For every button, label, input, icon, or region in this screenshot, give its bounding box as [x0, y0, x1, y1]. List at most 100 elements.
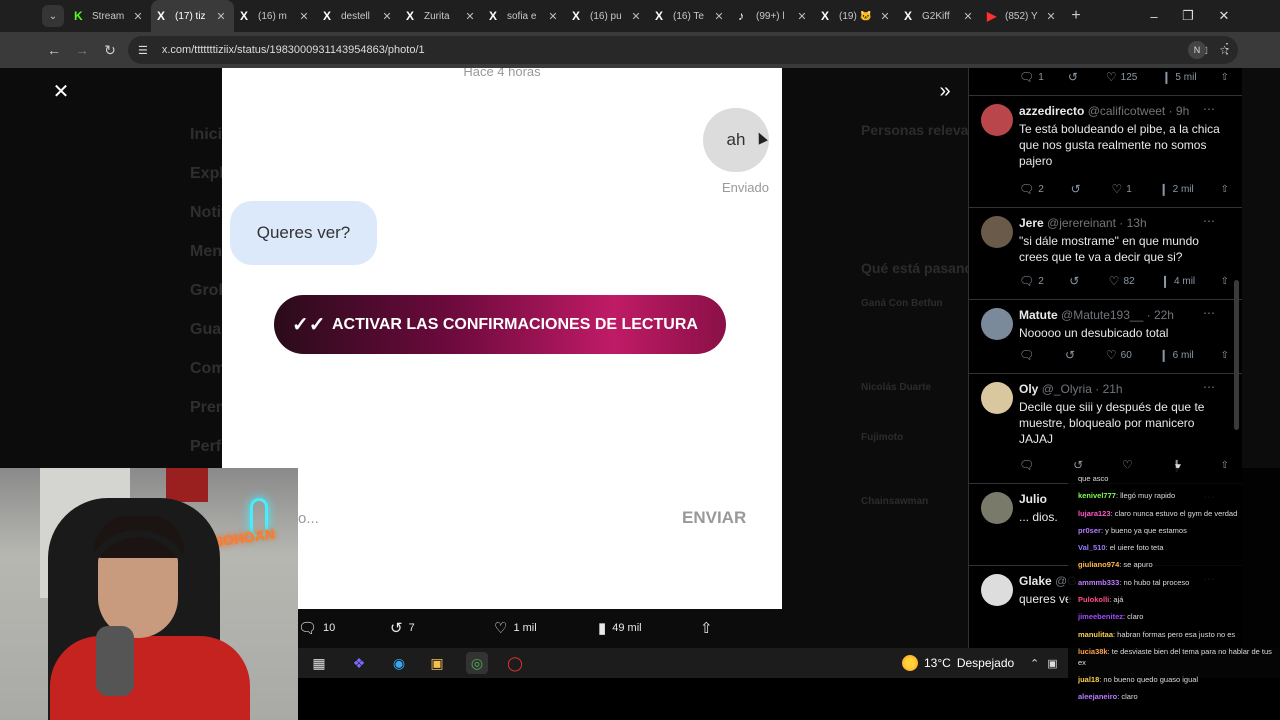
- reply-stat-views[interactable]: ❙ 2 mil: [1159, 182, 1194, 196]
- reply-action[interactable]: 🗨 10: [298, 619, 335, 637]
- share-icon[interactable]: ⇧: [1221, 350, 1229, 361]
- reply-stat-replies[interactable]: 🗨 1: [1019, 70, 1044, 84]
- author-handle[interactable]: @calificotweet: [1088, 104, 1166, 118]
- tab-close-icon[interactable]: ✕: [961, 10, 975, 23]
- avatar[interactable]: [981, 216, 1013, 248]
- author-name[interactable]: Oly: [1019, 382, 1038, 396]
- share-action[interactable]: ⇧: [700, 619, 713, 637]
- copilot-icon[interactable]: ❖: [348, 652, 370, 674]
- reply-stat-replies[interactable]: 🗨: [1019, 348, 1038, 362]
- author-name[interactable]: Matute: [1019, 308, 1058, 322]
- chat-username[interactable]: kenivel777: [1078, 491, 1116, 500]
- reply-stat-replies[interactable]: 🗨: [1019, 458, 1038, 472]
- tab-close-icon[interactable]: ✕: [1044, 10, 1058, 23]
- avatar[interactable]: [981, 308, 1013, 340]
- browser-menu-icon[interactable]: ⋮: [1220, 40, 1234, 57]
- tab-close-icon[interactable]: ✕: [380, 10, 394, 23]
- back-arrow-icon[interactable]: ←: [40, 36, 68, 64]
- browser-tab[interactable]: K Stream ✕: [68, 0, 151, 32]
- site-info-icon[interactable]: ☰: [138, 44, 148, 57]
- chat-username[interactable]: ammmb333: [1078, 578, 1119, 587]
- tab-close-icon[interactable]: ✕: [712, 10, 726, 23]
- tweet-photo[interactable]: Hace 4 horas ah Enviado Queres ver? ✓✓ A…: [222, 68, 782, 609]
- browser-tab[interactable]: X (16) m ✕: [234, 0, 317, 32]
- reply-item[interactable]: Jere @jerereinant · 13h ⋯ "si dále mostram…: [969, 208, 1242, 300]
- avatar[interactable]: [981, 492, 1013, 524]
- reply-stat-likes[interactable]: ♡ 60: [1106, 348, 1132, 362]
- more-options-icon[interactable]: ⋯: [1203, 380, 1215, 394]
- tab-close-icon[interactable]: ✕: [214, 10, 228, 23]
- tab-close-icon[interactable]: ✕: [131, 10, 145, 23]
- minimize-icon[interactable]: –: [1136, 0, 1172, 32]
- more-options-icon[interactable]: ⋯: [1203, 306, 1215, 320]
- tab-search-chevron-icon[interactable]: ⌄: [42, 5, 64, 27]
- browser-tab[interactable]: X (17) tiz ✕: [151, 0, 234, 32]
- reply-stat-likes[interactable]: ♡ 1: [1111, 182, 1131, 196]
- tab-close-icon[interactable]: ✕: [629, 10, 643, 23]
- chat-username[interactable]: Pulokolli: [1078, 595, 1109, 604]
- chat-username[interactable]: giuliano974: [1078, 560, 1119, 569]
- reply-author[interactable]: Matute @Matute193__ · 22h: [1019, 308, 1174, 322]
- avatar[interactable]: [981, 104, 1013, 136]
- browser-tab[interactable]: X (16) pu ✕: [566, 0, 649, 32]
- reply-stat-retweets[interactable]: ↺: [1065, 348, 1079, 362]
- reply-stat-views[interactable]: ❙ 5 mil: [1161, 70, 1196, 84]
- browser-tab[interactable]: Xdestell ✕: [317, 0, 400, 32]
- file-explorer-icon[interactable]: ▣: [426, 652, 448, 674]
- reply-stats-row[interactable]: 🗨 1 ↺ ♡ 125 ❙ 5 mil ⇧: [969, 68, 1242, 96]
- chat-username[interactable]: lucia38k: [1078, 647, 1108, 656]
- reply-author[interactable]: Julio: [1019, 492, 1047, 506]
- author-name[interactable]: Julio: [1019, 492, 1047, 506]
- like-action[interactable]: ♡ 1 mil: [494, 619, 537, 637]
- reply-stat-likes[interactable]: ♡ 125: [1106, 70, 1137, 84]
- retweet-action[interactable]: ↺ 7: [390, 619, 415, 637]
- share-icon[interactable]: ⇧: [1221, 72, 1229, 83]
- forward-arrow-icon[interactable]: →: [68, 36, 96, 64]
- chat-username[interactable]: Val_510: [1078, 543, 1106, 552]
- share-icon[interactable]: ⇧: [1221, 184, 1229, 195]
- tab-close-icon[interactable]: ✕: [795, 10, 809, 23]
- tab-close-icon[interactable]: ✕: [297, 10, 311, 23]
- maximize-icon[interactable]: ❐: [1170, 0, 1206, 32]
- reply-stat-retweets[interactable]: ↺: [1069, 274, 1083, 288]
- reply-author[interactable]: azzedirecto @calificotweet · 9h: [1019, 104, 1189, 118]
- weather-widget[interactable]: 13°C Despejado: [902, 648, 1014, 678]
- browser-tab[interactable]: X Zurita ✕: [400, 0, 483, 32]
- tray-chevron-up-icon[interactable]: ⌃: [1030, 657, 1039, 670]
- expand-panel-icon[interactable]: »: [932, 78, 958, 104]
- author-name[interactable]: azzedirecto: [1019, 104, 1084, 118]
- reply-item[interactable]: Matute @Matute193__ · 22h ⋯ Nooooo un desu…: [969, 300, 1242, 374]
- tab-close-icon[interactable]: ✕: [463, 10, 477, 23]
- chat-username[interactable]: pr0ser: [1078, 526, 1101, 535]
- more-options-icon[interactable]: ⋯: [1203, 214, 1215, 228]
- author-handle[interactable]: @_Olyria: [1042, 382, 1092, 396]
- author-handle[interactable]: @jerereinant: [1047, 216, 1116, 230]
- url-text[interactable]: x.com/tttttttiziix/status/19830009311439…: [162, 44, 425, 56]
- chat-username[interactable]: lujara123: [1078, 509, 1111, 518]
- tray-app-icon[interactable]: ▣: [1047, 657, 1057, 670]
- browser-tab[interactable]: Xsofia e ✕: [483, 0, 566, 32]
- new-tab-plus-icon[interactable]: +: [1064, 7, 1088, 25]
- browser-tab[interactable]: X G2Kiff ✕: [898, 0, 981, 32]
- tab-close-icon[interactable]: ✕: [546, 10, 560, 23]
- task-view-icon[interactable]: ▦: [308, 652, 330, 674]
- chat-username[interactable]: manulitaa: [1078, 630, 1113, 639]
- chat-username[interactable]: jual18: [1078, 675, 1099, 684]
- reply-stat-replies[interactable]: 🗨 2: [1019, 182, 1044, 196]
- reply-stat-retweets[interactable]: ↺: [1071, 182, 1085, 196]
- close-photo-icon[interactable]: ✕: [48, 78, 74, 104]
- chat-username[interactable]: jimeebenitez: [1078, 612, 1123, 621]
- avatar[interactable]: [981, 574, 1013, 606]
- chat-username[interactable]: aleejaneiro: [1078, 692, 1117, 701]
- reply-stat-replies[interactable]: 🗨 2: [1019, 274, 1044, 288]
- reply-author[interactable]: Jere @jerereinant · 13h: [1019, 216, 1147, 230]
- reply-stat-views[interactable]: ❙ 6 mil: [1159, 348, 1194, 362]
- reply-author[interactable]: Oly @_Olyria · 21h: [1019, 382, 1123, 396]
- share-icon[interactable]: ⇧: [1221, 276, 1229, 287]
- obs-recording-icon[interactable]: ◯: [504, 652, 526, 674]
- reply-item[interactable]: azzedirecto @calificotweet · 9h ⋯ Te está …: [969, 96, 1242, 208]
- author-handle[interactable]: @Matute193__: [1061, 308, 1143, 322]
- author-name[interactable]: Jere: [1019, 216, 1044, 230]
- reply-stat-retweets[interactable]: ↺: [1068, 70, 1082, 84]
- window-close-icon[interactable]: ✕: [1206, 0, 1242, 32]
